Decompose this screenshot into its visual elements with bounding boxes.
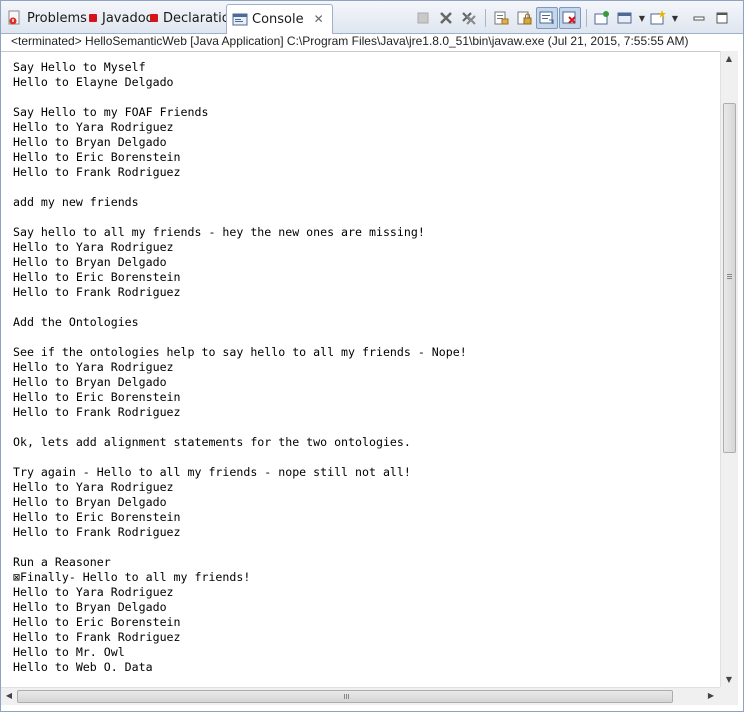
clear-console-icon[interactable] xyxy=(490,7,512,29)
console-line: See if the ontologies help to say hello … xyxy=(13,345,467,359)
remove-all-terminated-icon[interactable] xyxy=(458,7,480,29)
problems-icon xyxy=(7,10,23,26)
console-line: Hello to Eric Borenstein xyxy=(13,615,181,629)
console-line: Hello to Eric Borenstein xyxy=(13,270,181,284)
tab-problems[interactable]: Problems xyxy=(7,4,87,32)
console-line: Try again - Hello to all my friends - no… xyxy=(13,465,411,479)
toolbar-separator xyxy=(485,9,486,27)
close-icon[interactable]: ✕ xyxy=(312,12,326,27)
tab-console[interactable]: Console ✕ xyxy=(226,4,333,34)
console-line: ⊠Finally- Hello to all my friends! xyxy=(13,570,251,584)
console-line: Hello to Eric Borenstein xyxy=(13,390,181,404)
console-line: Run a Reasoner xyxy=(13,555,111,569)
console-line: Hello to Frank Rodriguez xyxy=(13,525,181,539)
open-console-icon[interactable] xyxy=(647,7,669,29)
declaration-icon xyxy=(150,14,158,22)
console-line: Hello to Bryan Delgado xyxy=(13,495,167,509)
scroll-lock-icon[interactable] xyxy=(513,7,535,29)
word-wrap-icon[interactable] xyxy=(536,7,558,29)
console-line: Hello to Web O. Data xyxy=(13,660,153,674)
tab-declaration[interactable]: Declaration xyxy=(150,4,238,32)
minimize-icon[interactable] xyxy=(688,7,710,29)
console-line: Hello to Yara Rodriguez xyxy=(13,120,174,134)
console-view: Problems Javadoc Declaration Console ✕ ▼… xyxy=(0,0,744,712)
console-line: Hello to Elayne Delgado xyxy=(13,75,174,89)
console-line: Hello to Frank Rodriguez xyxy=(13,630,181,644)
maximize-icon[interactable] xyxy=(711,7,733,29)
remove-launch-icon[interactable] xyxy=(435,7,457,29)
console-line: Hello to Frank Rodriguez xyxy=(13,285,181,299)
scroll-up-icon[interactable]: ▲ xyxy=(722,54,736,63)
console-line: Say Hello to Myself xyxy=(13,60,146,74)
javadoc-icon xyxy=(89,14,97,22)
chevron-down-icon[interactable]: ▼ xyxy=(670,14,680,23)
display-console-icon[interactable] xyxy=(614,7,636,29)
tab-console-label: Console xyxy=(252,12,304,27)
console-line: Say Hello to my FOAF Friends xyxy=(13,105,209,119)
vertical-scroll-thumb[interactable] xyxy=(723,103,736,453)
console-line: Hello to Yara Rodriguez xyxy=(13,240,174,254)
console-line: Hello to Bryan Delgado xyxy=(13,375,167,389)
console-line: Hello to Bryan Delgado xyxy=(13,135,167,149)
console-line: add my new friends xyxy=(13,195,139,209)
console-line: Ok, lets add alignment statements for th… xyxy=(13,435,411,449)
pin-console-icon[interactable] xyxy=(591,7,613,29)
view-tab-bar: Problems Javadoc Declaration Console ✕ ▼… xyxy=(1,1,743,34)
console-toolbar: ▼ ▼ xyxy=(412,7,734,29)
console-line: Hello to Eric Borenstein xyxy=(13,150,181,164)
console-icon xyxy=(232,12,248,28)
tab-javadoc-label: Javadoc xyxy=(102,10,153,26)
tab-problems-label: Problems xyxy=(27,10,87,26)
console-line: Hello to Eric Borenstein xyxy=(13,510,181,524)
console-line: Hello to Frank Rodriguez xyxy=(13,405,181,419)
vertical-scrollbar[interactable]: ▲ ▼ xyxy=(720,51,738,687)
horizontal-scrollbar[interactable]: ◀ ▶ xyxy=(1,687,720,705)
tab-javadoc[interactable]: Javadoc xyxy=(89,4,153,32)
show-on-stderr-icon[interactable] xyxy=(559,7,581,29)
scrollbar-corner xyxy=(720,687,738,705)
console-line: Hello to Yara Rodriguez xyxy=(13,480,174,494)
scroll-left-icon[interactable]: ◀ xyxy=(2,691,16,700)
console-line: Hello to Yara Rodriguez xyxy=(13,585,174,599)
console-line: Say hello to all my friends - hey the ne… xyxy=(13,225,425,239)
toolbar-separator xyxy=(586,9,587,27)
console-line: Hello to Yara Rodriguez xyxy=(13,360,174,374)
console-line: Hello to Bryan Delgado xyxy=(13,255,167,269)
launch-status: <terminated> HelloSemanticWeb [Java Appl… xyxy=(11,34,689,48)
console-line: Hello to Mr. Owl xyxy=(13,645,125,659)
horizontal-scroll-thumb[interactable] xyxy=(17,690,673,703)
terminate-icon[interactable] xyxy=(412,7,434,29)
chevron-down-icon[interactable]: ▼ xyxy=(637,14,647,23)
console-output[interactable]: Say Hello to Myself Hello to Elayne Delga… xyxy=(1,51,720,688)
console-line: Add the Ontologies xyxy=(13,315,139,329)
scroll-right-icon[interactable]: ▶ xyxy=(704,691,718,700)
scroll-down-icon[interactable]: ▼ xyxy=(722,675,736,684)
console-line: Hello to Bryan Delgado xyxy=(13,600,167,614)
console-line: Hello to Frank Rodriguez xyxy=(13,165,181,179)
